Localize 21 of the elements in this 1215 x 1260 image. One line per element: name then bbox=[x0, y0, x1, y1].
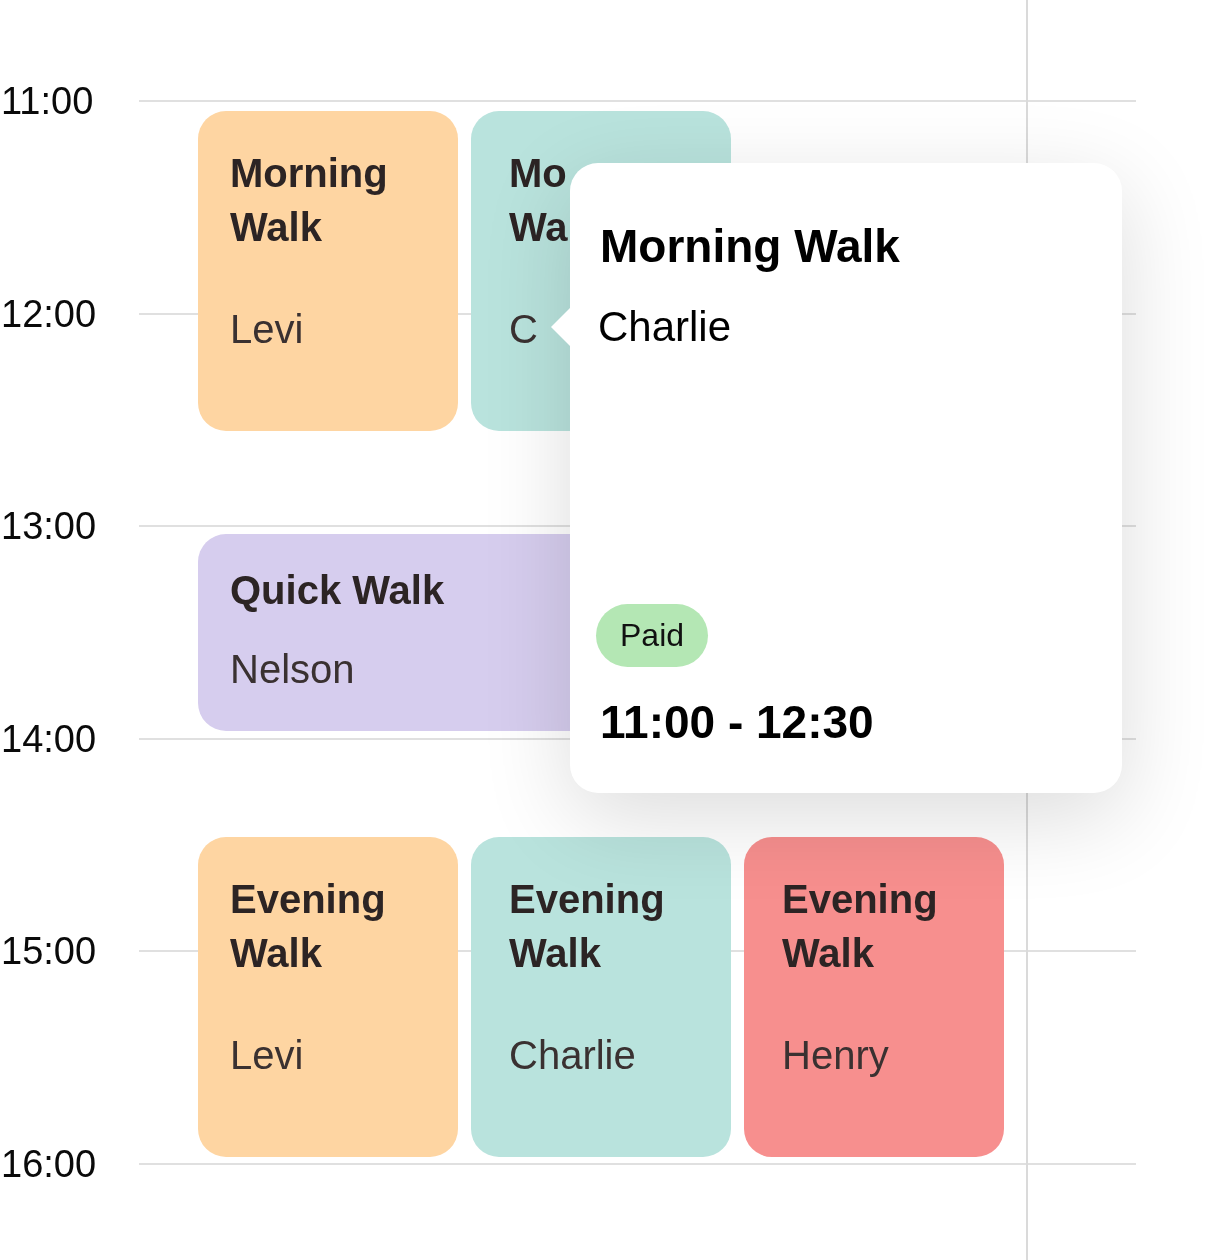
event-title: Evening Walk bbox=[782, 876, 939, 977]
time-label: 16:00 bbox=[1, 1141, 97, 1187]
event-title: Quick Walk bbox=[230, 567, 445, 614]
time-label: 13:00 bbox=[1, 504, 97, 550]
time-label: 11:00 bbox=[1, 79, 94, 124]
event-name: C bbox=[509, 306, 538, 353]
event-title: Evening Walk bbox=[230, 876, 387, 977]
event-title: Mo Wa bbox=[509, 150, 569, 251]
status-badge: Paid bbox=[596, 604, 709, 667]
time-label: 12:00 bbox=[1, 291, 97, 337]
time-label: 15:00 bbox=[1, 929, 97, 975]
event-name: Levi bbox=[230, 306, 304, 353]
popover-title: Morning Walk bbox=[600, 219, 900, 274]
event-title: Evening Walk bbox=[509, 876, 666, 977]
event-name: Henry bbox=[782, 1032, 889, 1079]
event-name: Charlie bbox=[509, 1032, 636, 1079]
time-label: 14:00 bbox=[1, 716, 97, 762]
event-name: Levi bbox=[230, 1032, 304, 1079]
event-title: Morning Walk bbox=[230, 150, 389, 251]
popover-name: Charlie bbox=[598, 302, 732, 352]
event-name: Nelson bbox=[230, 646, 355, 693]
